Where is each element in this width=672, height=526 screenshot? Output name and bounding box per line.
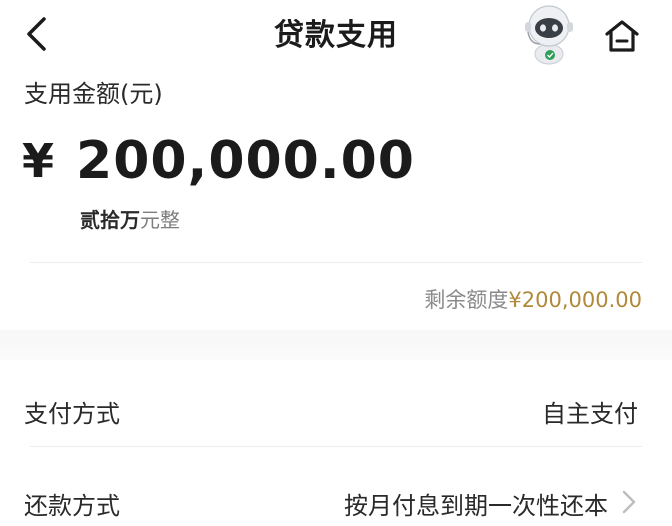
- amount-in-words: 贰拾万元整: [80, 204, 180, 233]
- robot-assistant-icon: [525, 5, 573, 65]
- home-button[interactable]: [600, 14, 644, 58]
- loan-disbursement-page: 贷款支用 支用金额(元) ¥ 200,000.00 贰拾万元整 剩余额度¥200…: [0, 0, 672, 526]
- currency-symbol: ¥: [22, 134, 55, 188]
- section-separator: [0, 330, 672, 360]
- remaining-value: ¥200,000.00: [508, 288, 642, 312]
- amount-words-strong: 贰拾万: [80, 208, 140, 232]
- repayment-method-row[interactable]: 还款方式 按月付息到期一次性还本: [0, 464, 672, 526]
- repayment-method-value: 按月付息到期一次性还本: [344, 492, 608, 520]
- remaining-quota: 剩余额度¥200,000.00: [424, 284, 642, 314]
- header: 贷款支用: [0, 0, 672, 70]
- assistant-avatar[interactable]: [520, 0, 578, 66]
- payment-method-row: 支付方式 自主支付: [0, 372, 672, 442]
- chevron-right-icon: [622, 490, 636, 514]
- home-icon: [605, 20, 639, 52]
- amount-value: 200,000.00: [76, 131, 415, 191]
- amount-words-light: 元整: [140, 208, 180, 232]
- payment-method-label: 支付方式: [24, 400, 120, 428]
- payment-method-value: 自主支付: [542, 400, 638, 428]
- divider: [30, 446, 642, 447]
- divider: [30, 262, 642, 263]
- amount-display[interactable]: ¥ 200,000.00: [22, 126, 415, 196]
- amount-label: 支用金额(元): [24, 80, 163, 108]
- remaining-label: 剩余额度: [424, 288, 509, 312]
- repayment-method-label: 还款方式: [24, 492, 120, 520]
